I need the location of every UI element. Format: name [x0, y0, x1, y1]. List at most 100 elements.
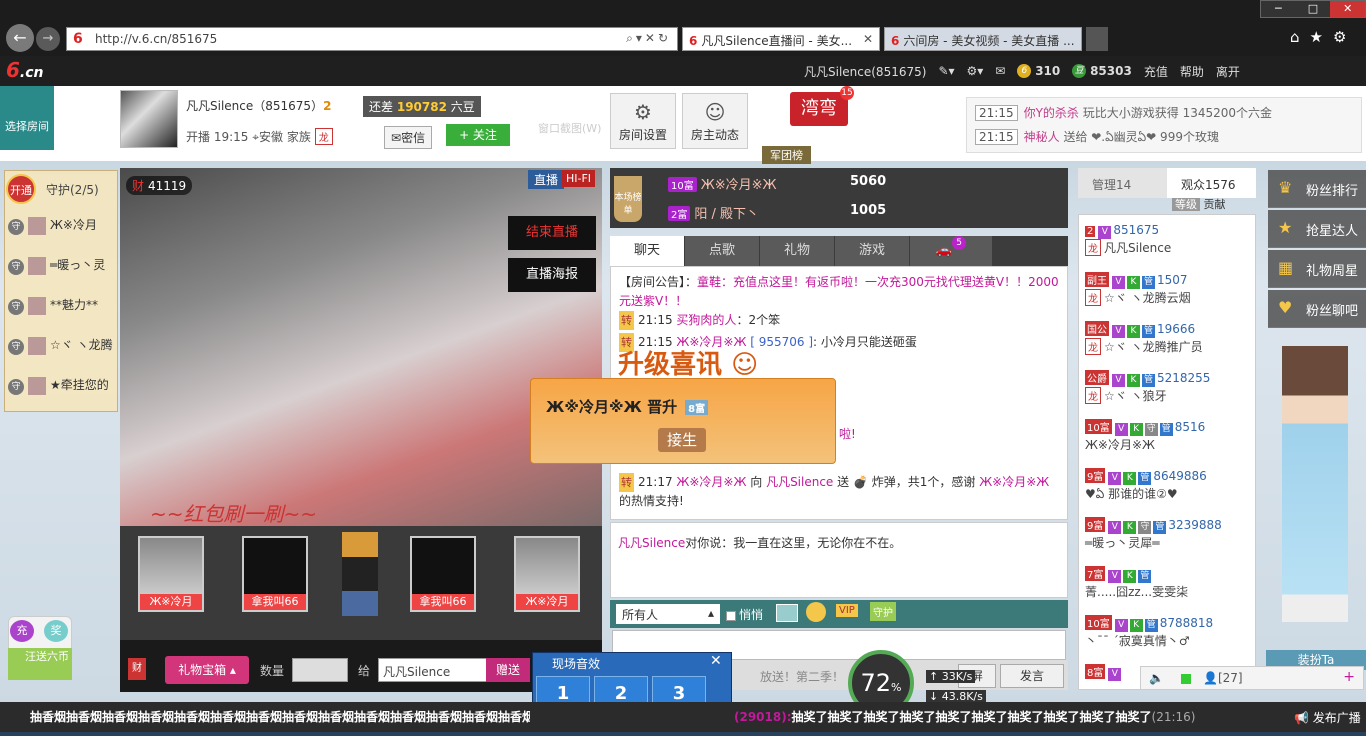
- home-star-settings-icon[interactable]: ⌂★⚙: [1290, 28, 1356, 46]
- rank-board-icon: 本场榜单: [614, 176, 642, 222]
- list-item[interactable]: 国公 V K 管 19666 龙 ☆ヾ ヽ龙腾推广员: [1085, 321, 1255, 369]
- search-refresh-icon[interactable]: ⌕▾✕↻: [626, 31, 671, 46]
- tab-admins[interactable]: 管理14: [1078, 168, 1167, 198]
- fan-badge[interactable]: 湾弯 15: [790, 86, 854, 126]
- audience-list[interactable]: 2 V 851675 龙凡凡Silence 副王 V K 管 1507 龙 ☆ヾ ヽ龙腾云烟 国公…: [1078, 214, 1256, 690]
- list-item[interactable]: 2 V 851675 龙凡凡Silence: [1085, 223, 1255, 271]
- guard-item[interactable]: 守 ☆ヾ ヽ龙腾: [8, 336, 118, 364]
- video-caption: ~~红包刷一刷~~: [150, 502, 318, 526]
- screenshot-button[interactable]: 窗口截图(W): [538, 120, 601, 136]
- guard-item[interactable]: 守 **魅力**: [8, 296, 118, 324]
- whisper-checkbox[interactable]: 悄悄: [726, 606, 763, 623]
- list-item[interactable]: 10富 V K 管 8788818 丶¯¯ ´寂寞真情丶♂: [1085, 615, 1255, 663]
- list-item[interactable]: 9富 V K 守管 3239888 ═暖っ丶灵犀═: [1085, 517, 1255, 565]
- tab-car[interactable]: 🚗 5: [910, 236, 992, 266]
- person-icon: ☺: [704, 100, 726, 124]
- hifi-toggle[interactable]: HI-FI: [562, 170, 596, 187]
- sort-contribution[interactable]: 贡献: [1204, 198, 1226, 211]
- guard-emoji-button[interactable]: 守护: [870, 602, 896, 621]
- location-icon: ⌖: [252, 130, 259, 144]
- rank-item[interactable]: 10富 Ж※冷月※Ж 5060: [668, 174, 886, 193]
- checkbox-icon: [726, 610, 736, 621]
- minimize-button[interactable]: ─: [1261, 1, 1296, 17]
- room-settings-button[interactable]: ⚙ 房间设置: [610, 93, 676, 149]
- list-item[interactable]: 公爵 V K 管 5218255 龙 ☆ヾ ヽ狼牙: [1085, 370, 1255, 418]
- upgrade-text: Ж※冷月※Ж 晋升 8富: [546, 396, 709, 417]
- open-guard-button[interactable]: 开通: [6, 174, 36, 204]
- online-count[interactable]: 👤[27]: [1203, 671, 1243, 685]
- admin-icon: 管: [1144, 619, 1158, 632]
- emoji-icon[interactable]: [806, 602, 826, 622]
- seat-5[interactable]: Ж※冷月: [514, 536, 580, 612]
- army-rank-button[interactable]: 军团榜: [762, 146, 811, 164]
- tab-song[interactable]: 点歌: [685, 236, 759, 266]
- list-item[interactable]: 7富 V K 管菁.....囧zz...雯雯柒: [1085, 566, 1255, 614]
- tab-game[interactable]: 游戏: [835, 236, 909, 266]
- user-menu[interactable]: 凡凡Silence(851675): [804, 63, 926, 80]
- address-bar[interactable]: 6 http://v.6.cn/851675 ⌕▾✕↻: [66, 27, 678, 51]
- help-link[interactable]: 帮助: [1180, 63, 1204, 80]
- guard-item[interactable]: 守 ═暖っ丶灵: [8, 256, 118, 284]
- guard-item[interactable]: 守 Ж※冷月: [8, 216, 118, 244]
- list-item[interactable]: 9富 V K 管 8649886 ♥ఏ 那谁的谁②♥: [1085, 468, 1255, 516]
- recharge-button[interactable]: 充: [10, 620, 34, 642]
- quantity-input[interactable]: [292, 658, 348, 682]
- guard-item[interactable]: 守 ★牵挂您的: [8, 376, 118, 404]
- vip-icon: V: [1112, 325, 1125, 338]
- tab-audience[interactable]: 观众1576: [1167, 168, 1256, 198]
- family-badge[interactable]: 龙: [314, 128, 333, 145]
- gift-week-star-button[interactable]: ▦ 礼物周星: [1268, 250, 1366, 288]
- leave-link[interactable]: 离开: [1216, 63, 1240, 80]
- end-live-button[interactable]: 结束直播: [508, 216, 596, 250]
- seat-2[interactable]: 拿我叫66: [242, 536, 308, 612]
- close-icon[interactable]: ✕: [710, 653, 722, 669]
- tab-close-icon[interactable]: ✕: [863, 32, 873, 46]
- cartoon-character: [342, 532, 378, 616]
- volume-icon[interactable]: 🔈: [1149, 671, 1164, 685]
- gift-box-button[interactable]: 礼物宝箱 ▴: [165, 656, 249, 684]
- send-message-button[interactable]: 发言: [1000, 664, 1064, 688]
- tab-six-rooms[interactable]: 6 六间房 - 美女视频 - 美女直播 ...: [884, 27, 1082, 51]
- admin-icon: 管: [1142, 276, 1155, 289]
- back-button[interactable]: ←: [6, 24, 34, 52]
- chat-target-select[interactable]: 所有人 ▴: [616, 604, 720, 624]
- host-avatar[interactable]: [120, 90, 178, 148]
- private-message-button[interactable]: ✉密信: [384, 126, 433, 149]
- star-hunter-button[interactable]: ★ 抢星达人: [1268, 210, 1366, 248]
- maximize-button[interactable]: □: [1296, 1, 1331, 17]
- recipient-select[interactable]: 凡凡Silence: [378, 658, 488, 682]
- recharge-link[interactable]: 充值: [1144, 63, 1168, 80]
- tab-gift[interactable]: 礼物: [760, 236, 834, 266]
- rank-item[interactable]: 2富阳 / 殿下丶 1005: [668, 203, 886, 222]
- host-activity-button[interactable]: ☺ 房主动态: [682, 93, 748, 149]
- fans-rank-button[interactable]: ♛ 粉丝排行: [1268, 170, 1366, 208]
- edit-icon[interactable]: ✎▾: [938, 64, 954, 78]
- live-poster-button[interactable]: 直播海报: [508, 258, 596, 292]
- gift-fortune-icon[interactable]: 财: [128, 658, 146, 680]
- fans-chat-button[interactable]: ♥ 粉丝聊吧: [1268, 290, 1366, 328]
- close-window-button[interactable]: ✕: [1330, 1, 1366, 17]
- follow-button[interactable]: + 关注: [446, 124, 510, 146]
- vip-emoji-button[interactable]: VIP: [836, 604, 858, 617]
- congratulate-button[interactable]: 接生: [658, 428, 706, 452]
- select-room-button[interactable]: 选择房间: [0, 86, 54, 150]
- site-logo[interactable]: 6.cn: [6, 58, 44, 82]
- tab-live-room[interactable]: 6 凡凡Silence直播间 - 美女... ✕: [682, 27, 880, 51]
- list-item[interactable]: 10富 V K 守管 8516 Ж※冷月※Ж: [1085, 419, 1255, 467]
- free-coins-button[interactable]: 汪送六币: [8, 648, 72, 680]
- seat-4[interactable]: 拿我叫66: [410, 536, 476, 612]
- plus-icon[interactable]: +: [1343, 669, 1355, 685]
- mail-icon[interactable]: ✉: [995, 64, 1005, 78]
- post-broadcast-button[interactable]: 📢 发布广播: [1268, 704, 1366, 732]
- send-gift-button[interactable]: 赠送: [486, 658, 530, 682]
- lottery-button[interactable]: 奖: [44, 620, 68, 642]
- seat-1[interactable]: Ж※冷月: [138, 536, 204, 612]
- forward-button[interactable]: →: [36, 27, 60, 51]
- marquee-right-text: (29018):抽奖了抽奖了抽奖了抽奖了抽奖了抽奖了抽奖了抽奖了抽奖了抽奖了(2…: [734, 710, 1196, 724]
- list-item[interactable]: 副王 V K 管 1507 龙 ☆ヾ ヽ龙腾云烟: [1085, 272, 1255, 320]
- image-icon[interactable]: [776, 604, 798, 622]
- new-tab-button[interactable]: [1086, 27, 1108, 51]
- tab-chat[interactable]: 聊天: [610, 236, 684, 266]
- gear-icon[interactable]: ⚙▾: [967, 64, 984, 78]
- sort-level[interactable]: 等级: [1172, 198, 1200, 211]
